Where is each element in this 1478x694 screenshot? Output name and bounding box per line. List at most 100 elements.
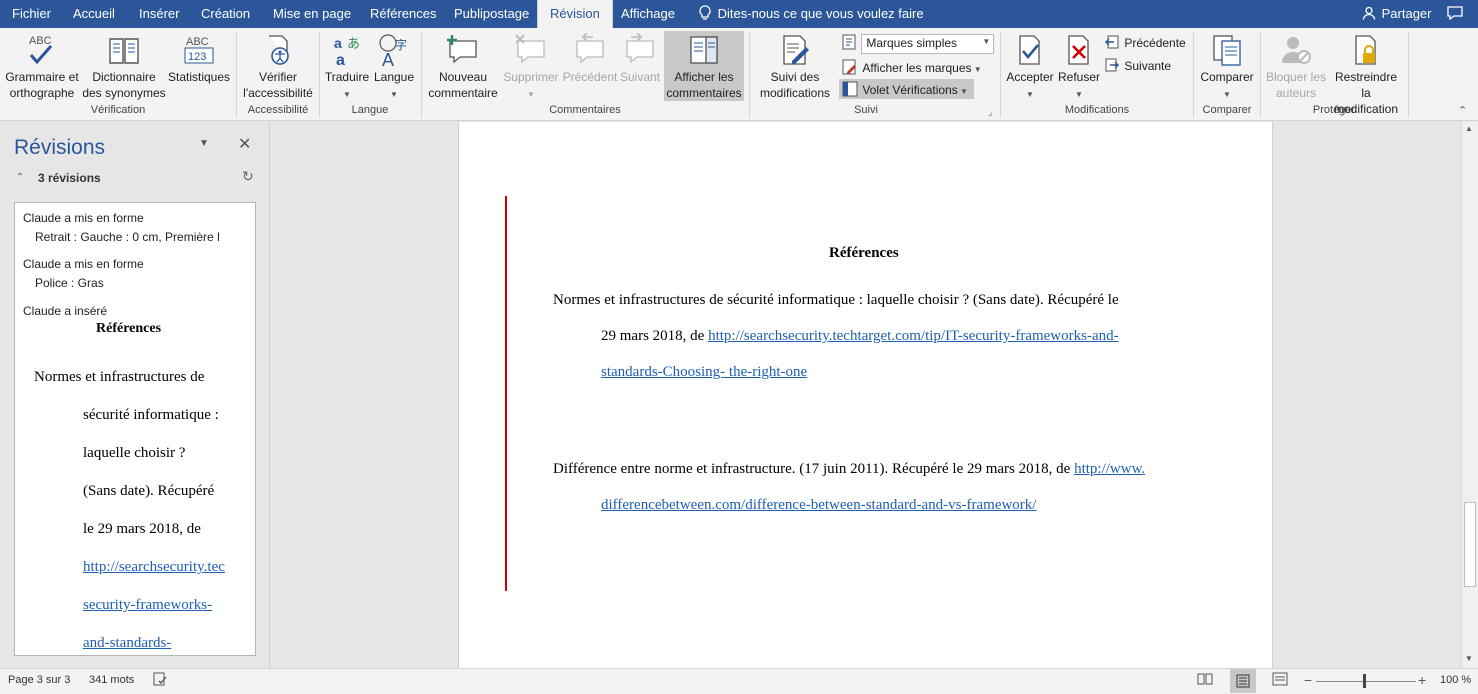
previous-comment-button[interactable]: Précédent (562, 33, 618, 85)
reference-1-line-1: Normes et infrastructures de sécurité in… (553, 292, 1119, 308)
share-button[interactable]: Partager (1362, 0, 1432, 28)
inserted-link[interactable]: security-frameworks- (83, 597, 212, 614)
group-label-tracking: Suivi (854, 104, 878, 116)
scroll-up-arrow[interactable]: ▲ (1465, 124, 1473, 133)
chevron-down-icon: ▼ (527, 90, 535, 99)
refresh-icon[interactable]: ↻ (242, 168, 254, 185)
inserted-text-line: sécurité informatique : (83, 407, 219, 423)
show-markup-icon (842, 59, 856, 75)
accept-button[interactable]: Accepter ▼ (1004, 33, 1056, 103)
ribbon-divider (236, 32, 237, 118)
revision-1-header[interactable]: Claude a mis en forme (23, 211, 144, 225)
abc-123-icon: ABC 123 (184, 36, 214, 64)
page-indicator[interactable]: Page 3 sur 3 (8, 674, 70, 686)
zoom-slider[interactable] (1316, 681, 1416, 682)
zoom-out-button[interactable]: − (1304, 672, 1312, 688)
collapse-ribbon-icon[interactable]: ⌃ (1458, 104, 1467, 117)
revisions-list[interactable]: Claude a mis en forme Retrait : Gauche :… (14, 202, 256, 656)
next-comment-icon (626, 33, 654, 64)
comments-icon[interactable] (1446, 0, 1464, 28)
delete-comment-button[interactable]: Supprimer ▼ (502, 33, 560, 103)
track-changes-icon (783, 35, 809, 65)
tab-publipostage[interactable]: Publipostage (454, 0, 529, 28)
tab-affichage[interactable]: Affichage (621, 0, 675, 28)
reject-button[interactable]: Refuser ▼ (1056, 33, 1102, 103)
dialog-launcher-icon[interactable]: ⌟ (988, 107, 992, 118)
close-icon[interactable]: ✕ (238, 134, 251, 154)
compare-icon (1213, 35, 1241, 66)
tab-accueil[interactable]: Accueil (73, 0, 115, 28)
check-accessibility-button[interactable]: Vérifier l'accessibilité (241, 33, 315, 101)
next-change-button[interactable]: Suivante (1105, 58, 1171, 73)
ribbon: ABC Grammaire et orthographe Dictionnair… (0, 28, 1478, 121)
tab-fichier[interactable]: Fichier (12, 0, 51, 28)
zoom-level[interactable]: 100 % (1440, 674, 1471, 686)
chevron-down-icon: ▼ (343, 90, 351, 99)
abc-check-icon: ABC (29, 35, 53, 65)
review-pane-button[interactable]: Volet Vérifications ▼ (839, 79, 974, 99)
tell-me-box[interactable]: Dites-nous ce que vous voulez faire (698, 0, 924, 28)
language-button[interactable]: 字A Langue ▼ (372, 33, 416, 103)
show-comments-button[interactable]: Afficher les commentaires (664, 31, 744, 101)
revision-3-header[interactable]: Claude a inséré (23, 304, 107, 318)
reference-1-link-continued[interactable]: standards-Choosing- the-right-one (601, 364, 807, 381)
revision-2-header[interactable]: Claude a mis en forme (23, 257, 144, 271)
revision-2-detail: Police : Gras (35, 276, 104, 290)
next-comment-button[interactable]: Suivant (618, 33, 662, 85)
pane-title: Révisions (14, 136, 106, 159)
share-label: Partager (1381, 6, 1432, 21)
collapse-icon[interactable]: ⌃ (16, 172, 24, 183)
inserted-text-line: (Sans date). Récupéré (83, 483, 215, 499)
person-icon (1362, 6, 1376, 20)
markup-view-select[interactable]: Marques simples ▼ (842, 34, 995, 54)
grammar-button[interactable]: ABC Grammaire et orthographe (4, 33, 80, 101)
show-markup-button[interactable]: Afficher les marques ▼ (842, 59, 982, 75)
tab-references[interactable]: Références (370, 0, 436, 28)
status-bar: Page 3 sur 3 341 mots − + 100 % (0, 668, 1478, 694)
review-pane-icon (842, 81, 858, 97)
word-count[interactable]: 341 mots (89, 674, 134, 686)
svg-text:ABC: ABC (186, 36, 209, 48)
ribbon-divider (1260, 32, 1261, 118)
tell-me-text: Dites-nous ce que vous voulez faire (717, 6, 924, 21)
translate-button[interactable]: aあa Traduire ▼ (324, 33, 370, 103)
inserted-link[interactable]: http://searchsecurity.tec (83, 559, 225, 576)
tab-revision[interactable]: Révision (537, 0, 613, 28)
group-label-verification: Vérification (90, 104, 146, 116)
next-change-icon (1105, 58, 1119, 72)
block-authors-button[interactable]: Bloquer les auteurs (1264, 33, 1328, 101)
reference-2-link[interactable]: http://www. (1074, 461, 1145, 477)
tab-mise-en-page[interactable]: Mise en page (273, 0, 351, 28)
group-label-comments: Commentaires (549, 104, 621, 116)
previous-change-button[interactable]: Précédente (1105, 35, 1186, 50)
ribbon-divider (319, 32, 320, 118)
markup-view-icon (842, 34, 856, 50)
reference-2-link-continued[interactable]: differencebetween.com/difference-between… (601, 497, 1036, 514)
zoom-slider-thumb[interactable] (1363, 674, 1366, 688)
statistics-button[interactable]: ABC 123 Statistiques (168, 33, 230, 85)
print-layout-icon[interactable] (1230, 669, 1256, 693)
group-label-language: Langue (351, 104, 389, 116)
compare-button[interactable]: Comparer ▼ (1198, 33, 1256, 103)
inserted-link[interactable]: and-standards- (83, 635, 171, 652)
document-page[interactable]: Références Normes et infrastructures de … (458, 122, 1273, 668)
reference-1-line-2: 29 mars 2018, de http://searchsecurity.t… (601, 328, 1119, 344)
comments-pane-icon (690, 36, 718, 64)
tab-creation[interactable]: Création (201, 0, 250, 28)
zoom-in-button[interactable]: + (1418, 672, 1426, 688)
new-comment-button[interactable]: Nouveau commentaire (426, 33, 500, 101)
track-changes-button[interactable]: Suivi des modifications (752, 33, 838, 101)
pane-options-icon[interactable]: ▼ (199, 138, 209, 149)
scrollbar-thumb[interactable] (1464, 502, 1476, 587)
ribbon-divider (1000, 32, 1001, 118)
web-layout-icon[interactable] (1272, 672, 1288, 689)
scroll-down-arrow[interactable]: ▼ (1465, 654, 1473, 663)
tab-inserer[interactable]: Insérer (139, 0, 179, 28)
reference-1-link[interactable]: http://searchsecurity.techtarget.com/tip… (708, 328, 1119, 344)
read-mode-icon[interactable] (1197, 672, 1213, 689)
inserted-text-line: laquelle choisir ? (83, 445, 186, 461)
vertical-scrollbar[interactable]: ▲ ▼ (1461, 122, 1478, 668)
chevron-down-icon: ▼ (982, 37, 991, 46)
thesaurus-button[interactable]: Dictionnaire des synonymes (82, 33, 166, 101)
proofing-icon[interactable] (152, 671, 168, 690)
